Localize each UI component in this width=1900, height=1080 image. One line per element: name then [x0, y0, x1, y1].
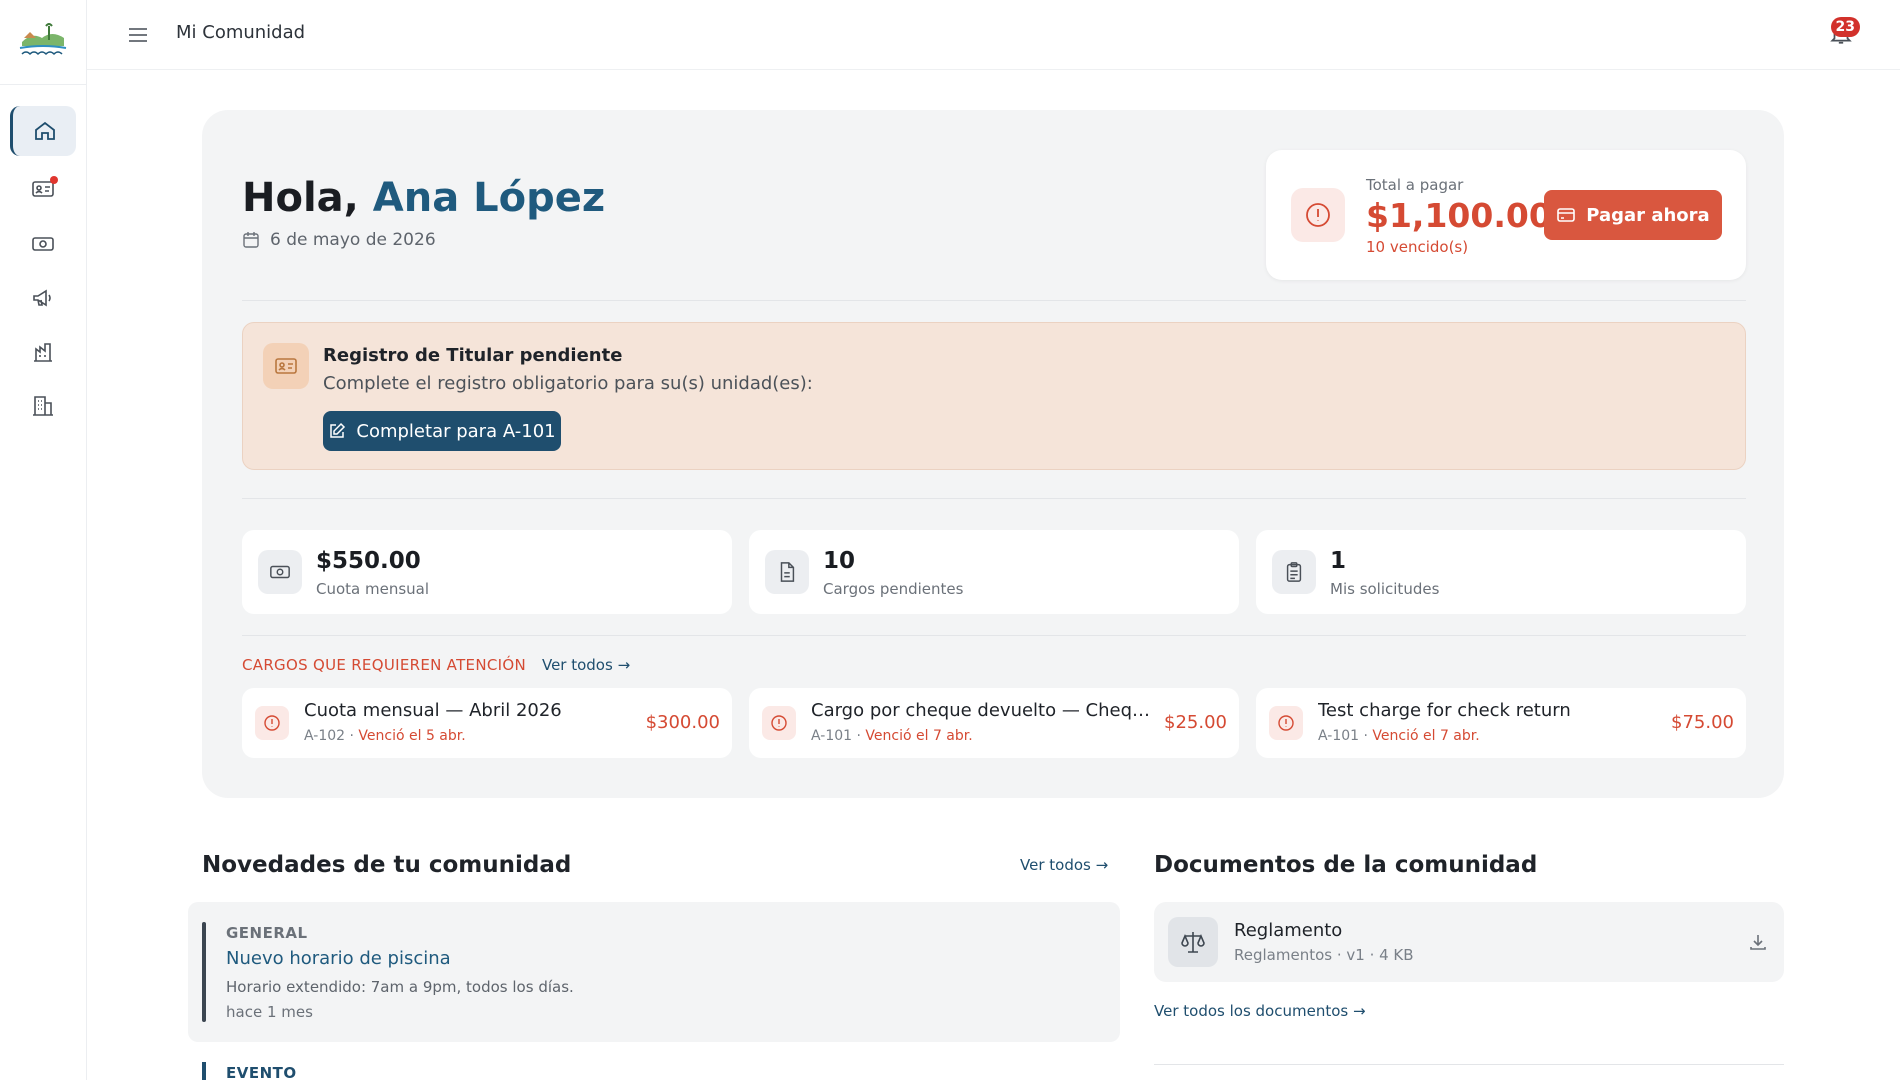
charge-due-date: Venció el 5 abr.: [358, 728, 466, 744]
calendar-icon: [243, 232, 259, 248]
building-icon: [33, 396, 53, 416]
documents-view-all-link[interactable]: Ver todos los documentos →: [1154, 1002, 1366, 1020]
charge-card[interactable]: Cuota mensual — Abril 2026 A-102 · Venci…: [242, 688, 732, 758]
charge-title: Test charge for check return: [1318, 700, 1571, 721]
complete-registration-button[interactable]: Completar para A-101: [323, 411, 561, 451]
charge-unit: A-101 ·: [1318, 728, 1373, 744]
charges-view-all-link[interactable]: Ver todos →: [542, 656, 630, 674]
charge-unit: A-102 ·: [304, 728, 359, 744]
document-meta: Reglamentos · v1 · 4 KB: [1234, 946, 1414, 964]
divider: [242, 635, 1746, 636]
scale-icon: [1168, 917, 1218, 967]
news-category: GENERAL: [226, 924, 308, 942]
charge-card[interactable]: Test charge for check return A-101 · Ven…: [1256, 688, 1746, 758]
page-title: Mi Comunidad: [176, 22, 306, 43]
alert-circle-icon: [1269, 706, 1303, 740]
news-headline: Nuevo horario de piscina: [226, 948, 451, 969]
total-due-label: Total a pagar: [1366, 176, 1464, 194]
overdue-count: 10 vencido(s): [1366, 238, 1469, 256]
pay-now-button[interactable]: Pagar ahora: [1544, 190, 1722, 240]
news-item[interactable]: GENERAL Nuevo horario de piscina Horario…: [188, 902, 1120, 1042]
sidebar-item-payments[interactable]: [10, 219, 76, 269]
charge-due-date: Venció el 7 abr.: [865, 728, 973, 744]
credit-card-icon: [1557, 208, 1576, 222]
download-icon[interactable]: [1748, 932, 1768, 952]
stat-label: Cargos pendientes: [823, 580, 964, 598]
charge-title: Cargo por cheque devuelto — Cheque ...: [811, 700, 1151, 721]
documents-section-title: Documentos de la comunidad: [1154, 852, 1538, 878]
user-name: Ana López: [372, 175, 606, 221]
edit-icon: [330, 422, 346, 438]
news-timestamp: hace 1 mes: [226, 1003, 313, 1021]
greeting-text: Hola,: [242, 175, 359, 221]
category-accent-bar: [202, 1062, 206, 1080]
alert-circle-icon: [762, 706, 796, 740]
sidebar: [0, 0, 87, 1080]
megaphone-icon: [33, 289, 51, 307]
charge-amount: $75.00: [1671, 712, 1734, 733]
sidebar-item-home[interactable]: [10, 106, 76, 156]
news-body: Horario extendido: 7am a 9pm, todos los …: [226, 978, 574, 996]
dashboard-summary-panel: Hola, Ana López 6 de mayo de 2026 Total …: [202, 110, 1784, 798]
greeting: Hola, Ana López: [242, 175, 605, 221]
divider: [1154, 1064, 1784, 1065]
sidebar-item-reports[interactable]: [10, 327, 76, 377]
date-text: 6 de mayo de 2026: [270, 230, 436, 250]
stat-label: Mis solicitudes: [1330, 580, 1440, 598]
charge-amount: $25.00: [1164, 712, 1227, 733]
charge-subtitle: A-101 · Venció el 7 abr.: [1318, 728, 1480, 744]
category-accent-bar: [202, 922, 206, 1022]
charge-subtitle: A-102 · Venció el 5 abr.: [304, 728, 466, 744]
stat-label: Cuota mensual: [316, 580, 430, 598]
stat-value: $550.00: [316, 548, 421, 574]
money-icon: [258, 550, 302, 594]
divider: [242, 300, 1746, 301]
sidebar-item-registry[interactable]: [10, 164, 76, 214]
divider: [242, 498, 1746, 499]
sidebar-item-announcements[interactable]: [10, 273, 76, 323]
news-category: EVENTO: [226, 1064, 297, 1080]
alert-text: Complete el registro obligatorio para su…: [323, 373, 813, 394]
document-name: Reglamento: [1234, 920, 1343, 941]
alert-circle-icon: [1291, 188, 1345, 242]
charge-title: Cuota mensual — Abril 2026: [304, 700, 562, 721]
charge-due-date: Venció el 7 abr.: [1372, 728, 1480, 744]
chart-building-icon: [34, 343, 52, 362]
news-view-all-link[interactable]: Ver todos →: [1020, 856, 1108, 874]
hamburger-menu-icon[interactable]: [127, 24, 149, 46]
notification-badge[interactable]: 23: [1830, 17, 1860, 37]
charge-card[interactable]: Cargo por cheque devuelto — Cheque ... A…: [749, 688, 1239, 758]
charge-subtitle: A-101 · Venció el 7 abr.: [811, 728, 973, 744]
current-date: 6 de mayo de 2026: [242, 230, 436, 250]
sidebar-divider: [0, 84, 86, 85]
total-due-amount: $1,100.00: [1366, 196, 1552, 235]
community-logo[interactable]: [18, 20, 68, 62]
alert-circle-icon: [255, 706, 289, 740]
top-bar: Mi Comunidad 23: [87, 0, 1900, 70]
stat-card-pending-charges: 10 Cargos pendientes: [749, 530, 1239, 614]
news-section-title: Novedades de tu comunidad: [202, 852, 572, 878]
charges-section-header: CARGOS QUE REQUIEREN ATENCIÓN Ver todos …: [242, 656, 630, 674]
stat-card-monthly-fee: $550.00 Cuota mensual: [242, 530, 732, 614]
charges-section-title: CARGOS QUE REQUIEREN ATENCIÓN: [242, 656, 526, 674]
document-item[interactable]: Reglamento Reglamentos · v1 · 4 KB: [1154, 902, 1784, 982]
stat-value: 10: [823, 548, 856, 574]
complete-registration-label: Completar para A-101: [356, 420, 556, 442]
stat-value: 1: [1330, 548, 1347, 574]
pay-now-label: Pagar ahora: [1586, 204, 1710, 226]
home-icon: [34, 121, 55, 140]
alert-title: Registro de Titular pendiente: [323, 345, 623, 366]
charge-amount: $300.00: [645, 712, 720, 733]
charge-unit: A-101 ·: [811, 728, 866, 744]
pending-registration-alert: Registro de Titular pendiente Complete e…: [242, 322, 1746, 470]
notification-dot: [50, 176, 58, 184]
money-icon: [32, 237, 54, 251]
id-card-icon: [263, 343, 309, 389]
total-due-card: Total a pagar $1,100.00 10 vencido(s) Pa…: [1266, 150, 1746, 280]
stat-card-my-requests: 1 Mis solicitudes: [1256, 530, 1746, 614]
document-icon: [765, 550, 809, 594]
clipboard-icon: [1272, 550, 1316, 594]
sidebar-item-buildings[interactable]: [10, 381, 76, 431]
